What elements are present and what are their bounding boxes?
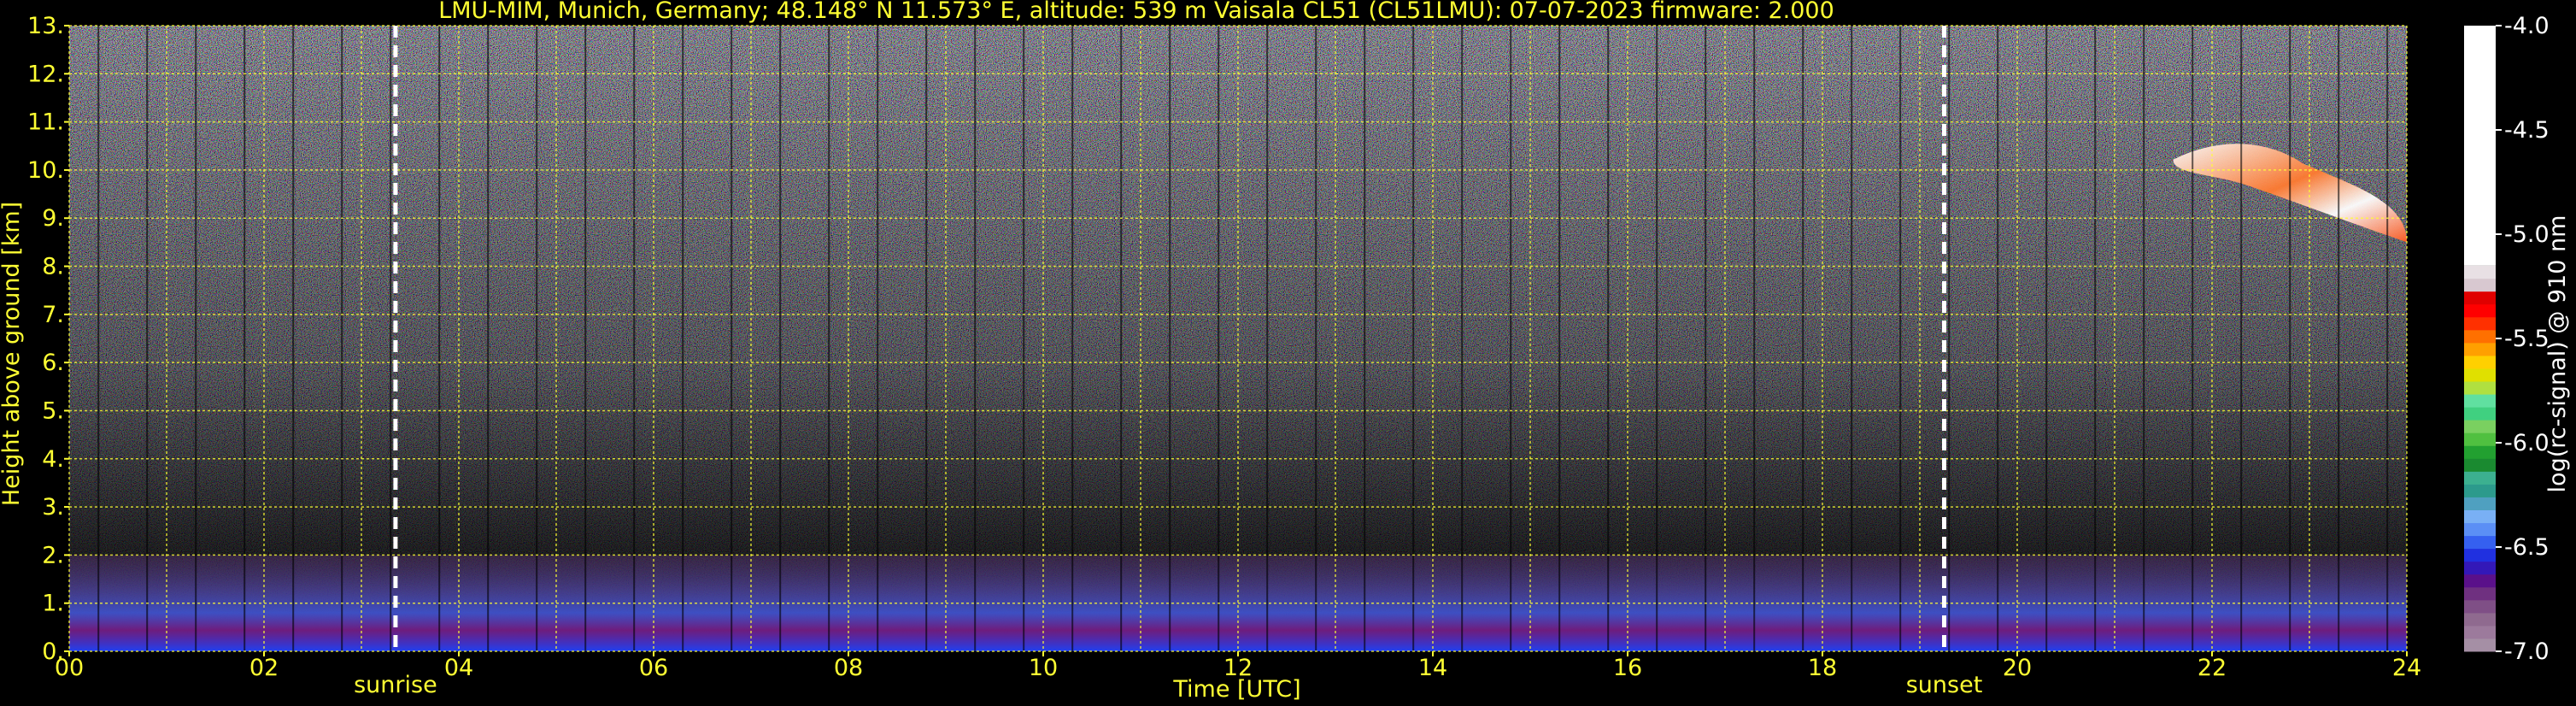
- colorbar-swatch: [2464, 625, 2496, 639]
- y-axis-ticks: 0. 1. 2. 3. 4. 5. 6. 7. 8. 9. 10. 11. 12. 13.: [27, 13, 69, 665]
- colorbar-swatch: [2464, 278, 2496, 292]
- x-tick-label: 22: [2198, 655, 2227, 681]
- colorbar-swatch: [2464, 381, 2496, 395]
- y-tick-label: 6.: [42, 350, 64, 376]
- colorbar-swatch: [2464, 522, 2496, 537]
- x-tick-label: 04: [444, 655, 473, 681]
- colorbar-swatch: [2464, 599, 2496, 614]
- colorbar-swatch: [2464, 291, 2496, 305]
- y-tick-label: 2.: [42, 542, 64, 568]
- y-tick-label: 4.: [42, 446, 64, 473]
- x-tick-label: 18: [1808, 655, 1837, 681]
- colorbar-tick-label: -6.0: [2504, 430, 2550, 456]
- ceilometer-chart: sunrise sunset LMU-MIM, Munich, Germany; …: [0, 0, 2571, 703]
- colorbar-tick-label: -7.0: [2504, 638, 2550, 665]
- colorbar-swatch: [2464, 509, 2496, 524]
- colorbar-tick-label: -4.5: [2504, 117, 2550, 144]
- colorbar-swatch: [2464, 342, 2496, 356]
- colorbar-swatch: [2464, 586, 2496, 601]
- colorbar-swatch: [2464, 26, 2496, 266]
- x-tick-label: 24: [2392, 655, 2421, 681]
- y-tick-label: 9.: [42, 205, 64, 232]
- colorbar-swatch: [2464, 303, 2496, 318]
- y-tick-label: 13.: [27, 13, 64, 39]
- colorbar-swatch: [2464, 329, 2496, 344]
- y-tick-label: 10.: [27, 157, 64, 184]
- colorbar-swatch: [2464, 316, 2496, 331]
- x-tick-label: 08: [834, 655, 863, 681]
- y-tick-label: 5.: [42, 397, 64, 424]
- colorbar-ticks: -4.0 -4.5 -5.0 -5.5 -6.0 -6.5 -7.0: [2496, 13, 2550, 665]
- y-tick-label: 0.: [42, 638, 64, 665]
- x-tick-label: 02: [249, 655, 279, 681]
- colorbar-swatch: [2464, 458, 2496, 472]
- colorbar-swatch: [2464, 394, 2496, 408]
- x-tick-label: 10: [1029, 655, 1058, 681]
- colorbar-swatch: [2464, 355, 2496, 369]
- colorbar-swatch: [2464, 265, 2496, 279]
- colorbar-swatch: [2464, 574, 2496, 588]
- colorbar-swatch: [2464, 471, 2496, 485]
- colorbar-swatch: [2464, 445, 2496, 459]
- chart-title: LMU-MIM, Munich, Germany; 48.148° N 11.5…: [438, 0, 1834, 24]
- colorbar-label: log(rc-signal) @ 910 nm: [2544, 215, 2571, 493]
- colorbar-tick-label: -5.5: [2504, 326, 2550, 352]
- colorbar-swatch: [2464, 548, 2496, 562]
- colorbar-swatch: [2464, 561, 2496, 575]
- y-tick-label: 11.: [27, 109, 64, 136]
- y-axis-label: Height above ground [km]: [0, 202, 25, 506]
- colorbar-swatch: [2464, 612, 2496, 627]
- colorbar-swatch: [2464, 484, 2496, 497]
- colorbar-swatch: [2464, 432, 2496, 446]
- sunset-label: sunset: [1906, 672, 1983, 698]
- y-tick-label: 7.: [42, 302, 64, 328]
- colorbar-swatch: [2464, 420, 2496, 433]
- y-tick-label: 8.: [42, 254, 64, 280]
- y-tick-label: 3.: [42, 494, 64, 521]
- colorbar-swatch: [2464, 638, 2496, 652]
- colorbar-swatch: [2464, 368, 2496, 382]
- colorbar-swatch: [2464, 407, 2496, 421]
- y-tick-label: 12.: [27, 61, 64, 87]
- colorbar-swatch: [2464, 535, 2496, 550]
- x-axis-label: Time [UTC]: [1172, 676, 1300, 703]
- colorbar-tick-label: -6.5: [2504, 534, 2550, 561]
- x-tick-label: 20: [2003, 655, 2032, 681]
- x-tick-label: 16: [1613, 655, 1642, 681]
- x-tick-label: 06: [639, 655, 668, 681]
- sunrise-label: sunrise: [354, 672, 437, 698]
- x-tick-label: 14: [1418, 655, 1447, 681]
- colorbar: [2464, 26, 2496, 652]
- y-tick-label: 1.: [42, 591, 64, 617]
- colorbar-tick-label: -4.0: [2504, 13, 2550, 39]
- colorbar-tick-label: -5.0: [2504, 221, 2550, 248]
- colorbar-swatch: [2464, 497, 2496, 510]
